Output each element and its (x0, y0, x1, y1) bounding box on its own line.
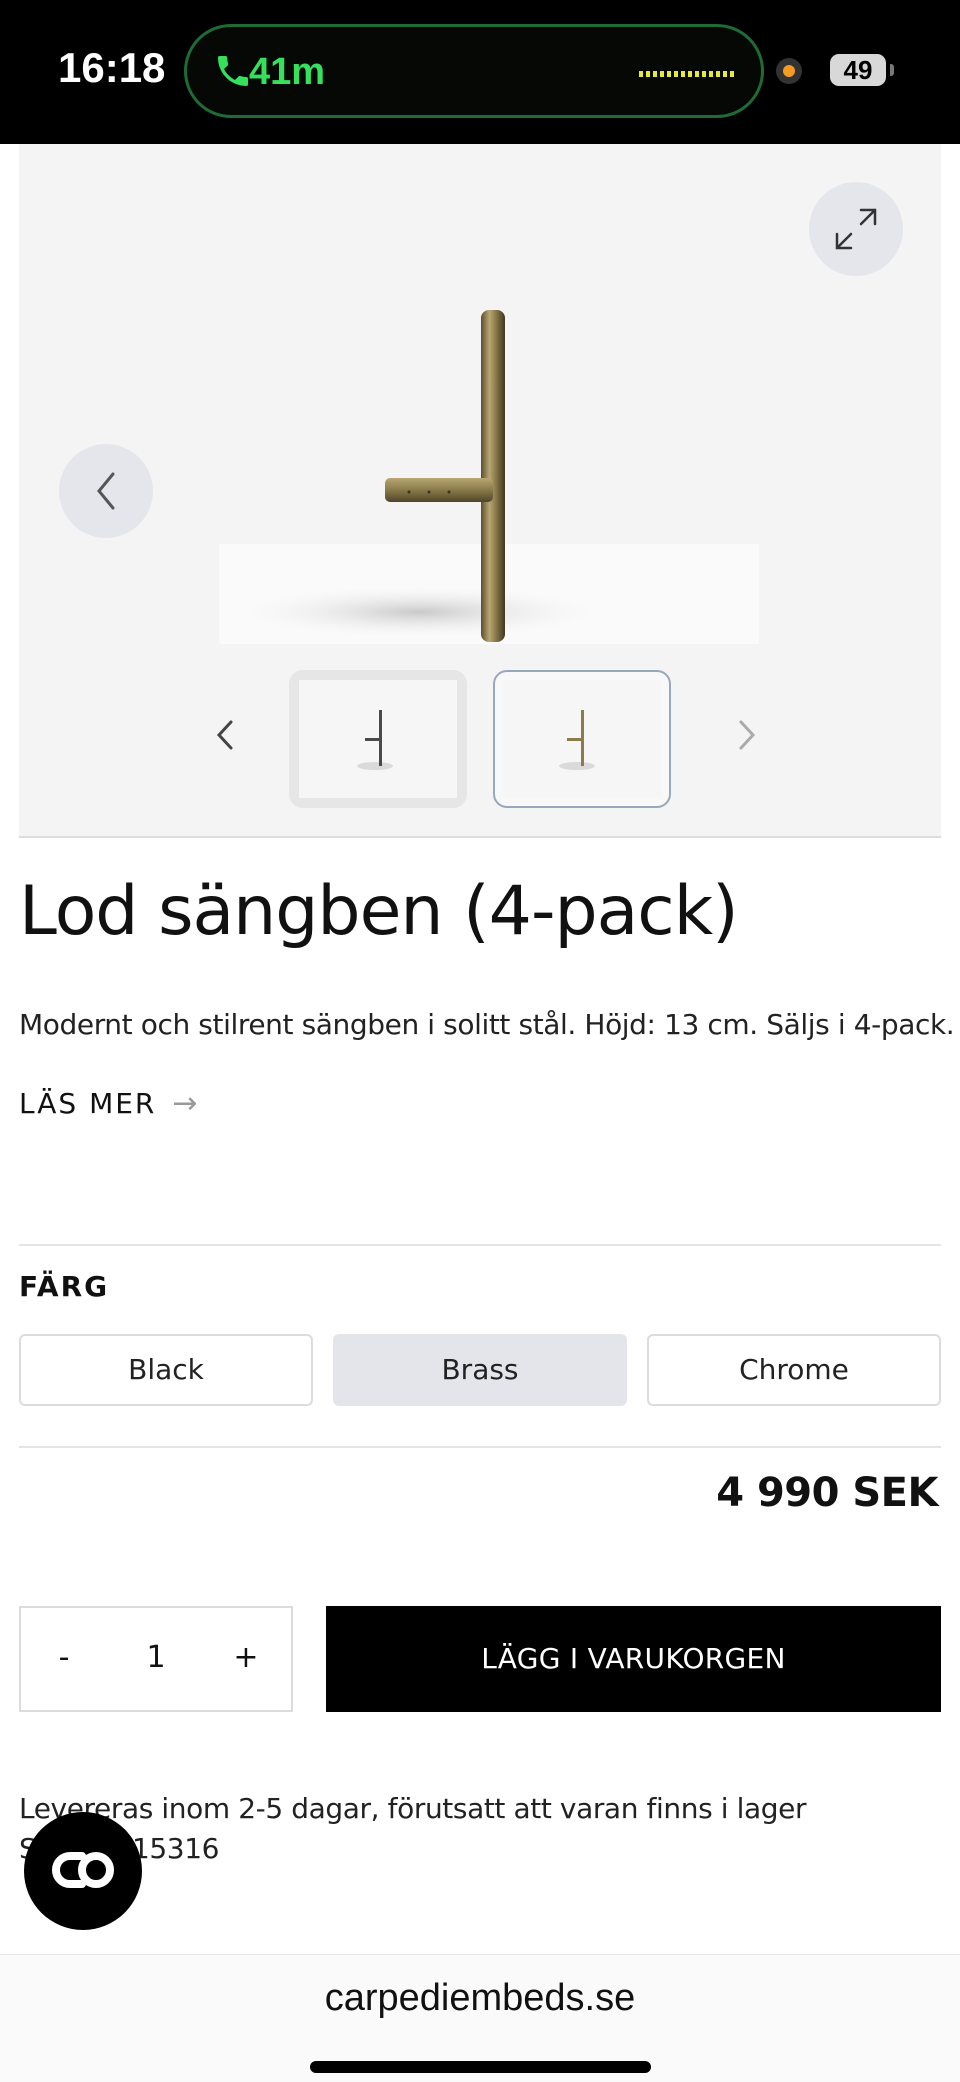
privacy-indicator-icon (776, 58, 802, 84)
thumbnail-image (503, 680, 661, 798)
clock: 16:18 (58, 44, 166, 91)
battery-tip-icon (890, 64, 894, 76)
quantity-stepper: - 1 + (19, 1606, 293, 1712)
dynamic-island-call[interactable]: 41m (184, 24, 764, 118)
product-price: 4 990 SEK (716, 1470, 938, 1516)
color-option-chrome[interactable]: Chrome (647, 1334, 941, 1406)
expand-icon (835, 208, 877, 250)
arrow-right-icon: → (172, 1086, 200, 1121)
audio-wave-icon (639, 71, 735, 77)
home-indicator[interactable] (310, 2061, 651, 2073)
product-description: Modernt och stilrent sängben i solitt st… (19, 1008, 955, 1041)
read-more-label: LÄS MER (19, 1087, 157, 1120)
thumbnail-image (299, 680, 457, 798)
divider (19, 1446, 941, 1448)
color-option-brass[interactable]: Brass (333, 1334, 627, 1406)
product-gallery (19, 144, 941, 838)
chevron-right-icon[interactable] (727, 710, 767, 760)
thumbnail-2[interactable] (493, 670, 671, 808)
divider (19, 1244, 941, 1246)
add-to-cart-button[interactable]: LÄGG I VARUKORGEN (326, 1606, 941, 1712)
color-option-black[interactable]: Black (19, 1334, 313, 1406)
chat-icon (52, 1852, 114, 1888)
quantity-increase-button[interactable]: + (221, 1608, 271, 1710)
browser-address-bar: carpediembeds.se (0, 1954, 960, 2082)
chat-button[interactable] (24, 1812, 142, 1930)
phone-icon (218, 56, 248, 86)
status-bar: 16:18 41m 49 (0, 0, 960, 144)
url-text[interactable]: carpediembeds.se (0, 1977, 960, 2020)
color-label: FÄRG (19, 1270, 110, 1303)
expand-button[interactable] (809, 182, 903, 276)
battery-level: 49 (830, 54, 886, 86)
quantity-decrease-button[interactable]: - (39, 1608, 89, 1710)
chevron-left-icon[interactable] (205, 710, 245, 760)
call-duration: 41m (249, 51, 326, 93)
chevron-left-icon (97, 472, 115, 510)
product-title: Lod sängben (4-pack) (19, 872, 739, 951)
product-image[interactable] (19, 144, 941, 644)
quantity-value[interactable]: 1 (131, 1608, 181, 1710)
read-more-link[interactable]: LÄS MER → (19, 1086, 200, 1121)
previous-image-button[interactable] (59, 444, 153, 538)
thumbnail-1[interactable] (289, 670, 467, 808)
